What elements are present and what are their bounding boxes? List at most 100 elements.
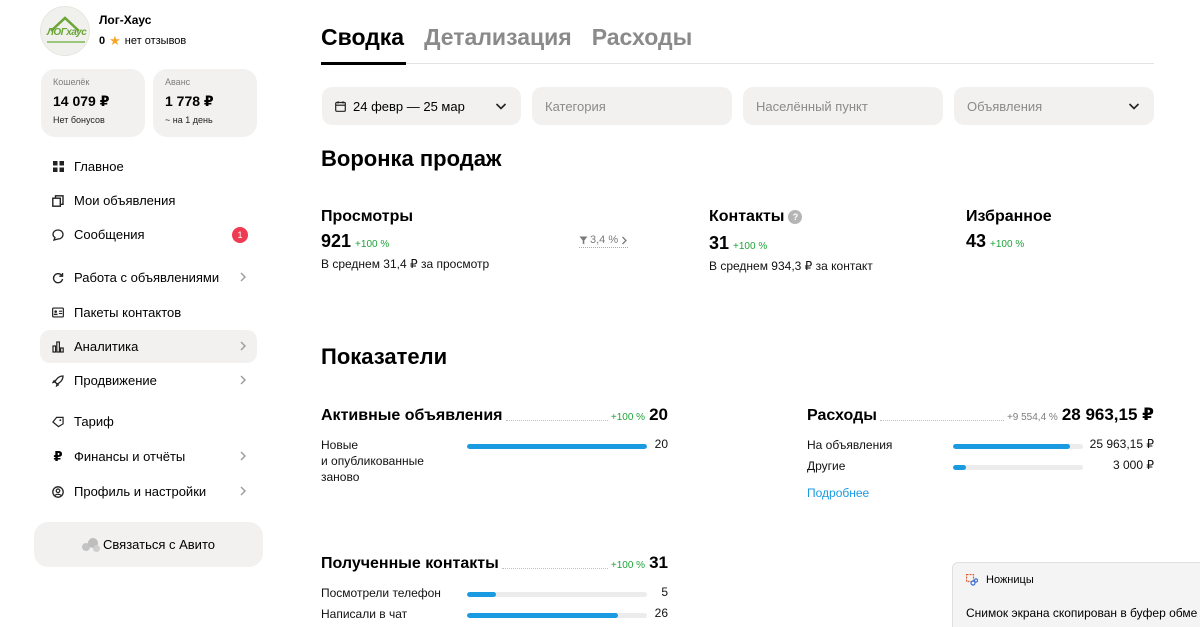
expenses-other-label: Другие — [807, 459, 846, 473]
views-average: В среднем 31,4 ₽ за просмотр — [321, 257, 490, 271]
advance-value: 1 778 ₽ — [165, 93, 214, 109]
ruble-icon: ₽ — [53, 449, 63, 464]
received-contacts-growth: +100 % — [610, 560, 646, 571]
chevron-right-icon — [240, 375, 246, 385]
profile-name[interactable]: Лог-Хаус — [99, 13, 186, 27]
tabs: Сводка Детализация Расходы — [321, 24, 712, 51]
nav-label: Работа с объявлениями — [74, 270, 220, 285]
phone-views-value: 5 — [661, 585, 668, 599]
ads-filter[interactable]: Объявления — [954, 87, 1154, 125]
profile-rating[interactable]: 0 ★ нет отзывов — [99, 34, 186, 47]
chevron-down-icon — [1128, 103, 1140, 110]
profile-block[interactable]: ЛОГхаус Лог-Хаус 0 ★ нет отзывов — [40, 6, 186, 56]
more-details-link[interactable]: Подробнее — [807, 486, 869, 500]
dotted-leader — [505, 420, 608, 421]
nav-item-contact-packages[interactable]: Пакеты контактов — [40, 296, 257, 329]
expenses-other-value: 3 000 ₽ — [1113, 458, 1154, 472]
toast-app-name: Ножницы — [986, 574, 1034, 586]
nav-label: Аналитика — [74, 339, 139, 354]
active-ads-growth: +100 % — [610, 412, 646, 423]
tag-icon — [52, 416, 64, 428]
views-label: Просмотры — [321, 208, 414, 225]
phone-views-label: Посмотрели телефон — [321, 586, 441, 600]
bar-fill — [467, 592, 496, 597]
views-growth: +100 % — [355, 239, 390, 250]
contacts-average: В среднем 934,3 ₽ за контакт — [709, 259, 873, 273]
views-value: 921 — [321, 231, 352, 251]
toast-header: Ножницы — [966, 574, 1034, 586]
expenses-ads-label: На объявления — [807, 438, 893, 452]
city-filter[interactable]: Населённый пункт — [743, 87, 943, 125]
favorites-growth: +100 % — [990, 239, 1025, 250]
nav-item-promotion[interactable]: Продвижение — [40, 364, 257, 397]
chevron-right-icon — [622, 236, 628, 244]
tab-summary[interactable]: Сводка — [321, 24, 404, 51]
dotted-leader — [879, 420, 1004, 421]
nav-item-profile-settings[interactable]: Профиль и настройки — [40, 475, 257, 508]
nav-label: Продвижение — [74, 373, 157, 388]
chat-icon — [52, 228, 64, 241]
tab-details[interactable]: Детализация — [424, 24, 572, 51]
wallet-card[interactable]: Кошелёк 14 079 ₽ Нет бонусов — [41, 69, 145, 137]
expenses-title: Расходы — [807, 407, 877, 424]
contact-avito-button[interactable]: Связаться с Авито — [34, 522, 263, 567]
expenses-growth: +9 554,4 % — [1006, 412, 1058, 423]
question-icon[interactable]: ? — [788, 210, 803, 224]
advance-sub: ~ на 1 день — [165, 115, 213, 125]
city-placeholder: Населённый пункт — [756, 98, 868, 114]
advance-card[interactable]: Аванс 1 778 ₽ ~ на 1 день — [153, 69, 257, 137]
nav-item-main[interactable]: Главное — [40, 150, 257, 183]
active-ads-title: Активные объявления — [321, 407, 503, 424]
wallet-value: 14 079 ₽ — [53, 93, 110, 109]
logo-text: ЛОГхаус — [47, 27, 87, 38]
company-logo: ЛОГхаус — [40, 6, 90, 56]
bar-fill — [953, 444, 1070, 449]
conversion-value: 3,4 % — [590, 234, 619, 246]
received-contacts-header: Полученные контакты +100 % 31 — [321, 553, 668, 573]
rocket-icon — [52, 374, 64, 387]
active-ads-row-label: Новые и опубликованные заново — [321, 438, 424, 484]
sidebar: ЛОГхаус Лог-Хаус 0 ★ нет отзывов Кошелёк… — [0, 0, 270, 627]
chevron-right-icon — [240, 451, 246, 461]
refresh-icon — [52, 272, 64, 284]
favorites-label: Избранное — [966, 208, 1052, 225]
reviews-label: нет отзывов — [124, 34, 187, 47]
nav-item-finance[interactable]: ₽ Финансы и отчёты — [40, 440, 257, 473]
nav-item-my-ads[interactable]: Мои объявления — [40, 184, 257, 217]
calendar-icon — [335, 100, 346, 112]
funnel-icon — [579, 236, 588, 244]
nav-item-tariff[interactable]: Тариф — [40, 405, 257, 438]
chat-messages-label: Написали в чат — [321, 607, 408, 621]
views-value-row: 921 +100 % — [321, 231, 389, 252]
active-ads-total: 20 — [649, 405, 668, 424]
received-contacts-title: Полученные контакты — [321, 555, 499, 572]
snipping-toast[interactable]: Ножницы Снимок экрана скопирован в буфер… — [952, 562, 1200, 627]
date-range-filter[interactable]: 24 февр — 25 мар — [322, 87, 521, 125]
conversion-link[interactable]: 3,4 % — [579, 234, 629, 248]
chat-messages-value: 26 — [654, 606, 668, 620]
expenses-header: Расходы +9 554,4 % 28 963,15 ₽ — [807, 405, 1154, 425]
contacts-label-row: Контакты ? — [709, 208, 803, 226]
nav-item-analytics[interactable]: Аналитика — [40, 330, 257, 363]
star-icon: ★ — [109, 33, 121, 48]
nav-label: Сообщения — [74, 227, 145, 242]
ads-placeholder: Объявления — [967, 98, 1043, 114]
chevron-right-icon — [240, 486, 246, 496]
nav-item-ad-work[interactable]: Работа с объявлениями — [40, 261, 257, 294]
tab-expenses[interactable]: Расходы — [592, 24, 693, 51]
chevron-right-icon — [240, 341, 246, 351]
category-filter[interactable]: Категория — [532, 87, 732, 125]
dotted-leader — [501, 568, 608, 569]
contacts-value: 31 — [709, 233, 730, 253]
indicators-title: Показатели — [321, 344, 448, 369]
date-range-value: 24 февр — 25 мар — [353, 98, 465, 114]
copy-icon — [52, 194, 64, 207]
nav-label: Профиль и настройки — [74, 484, 207, 499]
toast-message: Снимок экрана скопирован в буфер обме — [966, 606, 1198, 620]
nav-item-messages[interactable]: Сообщения 1 — [40, 218, 257, 251]
favorites-value: 43 — [966, 231, 987, 251]
chevron-right-icon — [240, 272, 246, 282]
scissors-icon — [966, 574, 978, 586]
contacts-growth: +100 % — [733, 241, 768, 252]
favorites-value-row: 43 +100 % — [966, 231, 1024, 252]
